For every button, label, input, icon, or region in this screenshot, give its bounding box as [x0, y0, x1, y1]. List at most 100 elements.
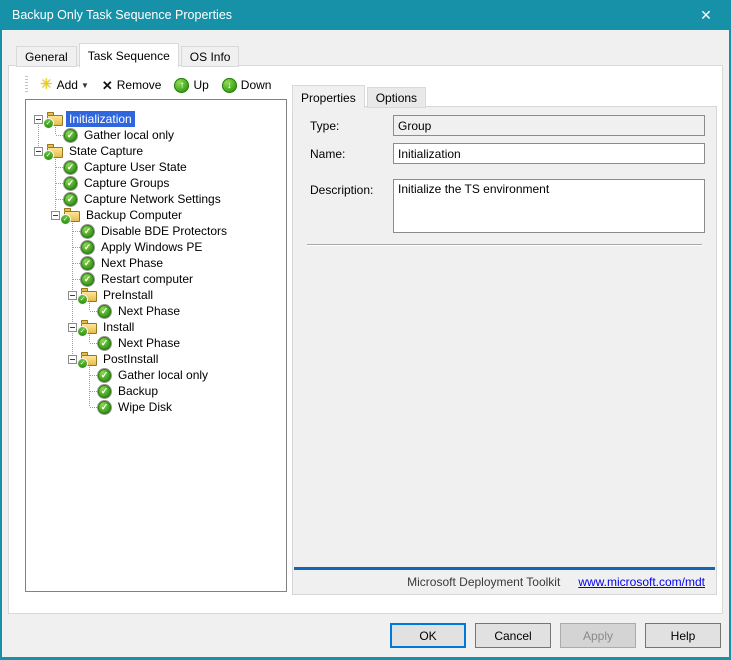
tree-item-label[interactable]: PostInstall [100, 351, 161, 367]
collapse-toggle[interactable] [68, 291, 77, 300]
tree-guide [47, 399, 64, 415]
tree-item-label[interactable]: Backup Computer [83, 207, 185, 223]
tree-item: ✓State Capture [30, 143, 284, 159]
tree-item-label[interactable]: Next Phase [115, 303, 183, 319]
tree-item-label[interactable]: Disable BDE Protectors [98, 223, 230, 239]
tree-item-label[interactable]: Backup [115, 383, 161, 399]
panel-tab-options[interactable]: Options [367, 87, 426, 108]
name-label: Name: [310, 147, 345, 161]
tree-item-label[interactable]: Gather local only [81, 127, 177, 143]
tree-guide [64, 303, 81, 319]
collapse-toggle[interactable] [68, 355, 77, 364]
tree-item: ✓PostInstall [30, 351, 284, 367]
tree-item-label[interactable]: Apply Windows PE [98, 239, 205, 255]
tree-item: ✓PreInstall [30, 287, 284, 303]
tree-guide [64, 383, 81, 399]
tree-item-label[interactable]: Wipe Disk [115, 399, 175, 415]
panel-tab-strip: PropertiesOptions [292, 84, 428, 108]
tree-guide [64, 335, 81, 351]
tree-item: ✓Backup Computer [30, 207, 284, 223]
tree-connector [81, 383, 98, 399]
ok-button[interactable]: OK [390, 623, 466, 648]
tree-item-label[interactable]: Gather local only [115, 367, 211, 383]
group-folder-icon: ✓ [47, 115, 63, 126]
tree-connector [47, 191, 64, 207]
tree-item: ✓ Disable BDE Protectors [30, 223, 284, 239]
tab-general[interactable]: General [16, 46, 77, 67]
down-icon: ↓ [222, 78, 237, 93]
step-check-icon: ✓ [81, 241, 94, 254]
collapse-toggle[interactable] [51, 211, 60, 220]
tree-guide [30, 271, 47, 287]
tree-item: ✓Capture Network Settings [30, 191, 284, 207]
tree-item: ✓ Next Phase [30, 303, 284, 319]
group-folder-icon: ✓ [81, 291, 97, 302]
remove-button[interactable]: ✕ Remove [99, 76, 165, 94]
tree-item-label[interactable]: Restart computer [98, 271, 196, 287]
collapse-toggle[interactable] [34, 115, 43, 124]
tree-item: ✓Capture Groups [30, 175, 284, 191]
description-label: Description: [310, 183, 373, 197]
remove-label: Remove [117, 78, 162, 92]
tree-guide [30, 127, 47, 143]
cancel-button[interactable]: Cancel [475, 623, 551, 648]
tree-item-label[interactable]: Capture User State [81, 159, 190, 175]
close-icon: ✕ [700, 7, 712, 24]
tree-guide [47, 351, 64, 367]
tree-item-label[interactable]: Capture Network Settings [81, 191, 224, 207]
tree-item: ✓Install [30, 319, 284, 335]
tree-guide [30, 223, 47, 239]
close-button[interactable]: ✕ [683, 0, 729, 30]
mdt-link[interactable]: www.microsoft.com/mdt [578, 575, 705, 589]
tree-guide [30, 207, 47, 223]
tree-guide [47, 335, 64, 351]
step-check-icon: ✓ [98, 305, 111, 318]
step-check-icon: ✓ [81, 225, 94, 238]
collapse-toggle[interactable] [34, 147, 43, 156]
tree-connector [81, 399, 98, 415]
tree-item-label[interactable]: State Capture [66, 143, 146, 159]
tree-connector [64, 239, 81, 255]
down-button[interactable]: ↓ Down [219, 76, 275, 95]
tree-item-label[interactable]: Capture Groups [81, 175, 172, 191]
tab-task-sequence[interactable]: Task Sequence [79, 43, 179, 68]
tree-item-label[interactable]: Next Phase [98, 255, 166, 271]
tree-item-label[interactable]: PreInstall [100, 287, 156, 303]
collapse-toggle[interactable] [68, 323, 77, 332]
tab-os-info[interactable]: OS Info [181, 46, 240, 67]
help-button[interactable]: Help [645, 623, 721, 648]
title-bar: Backup Only Task Sequence Properties ✕ [2, 0, 729, 30]
tree-item-label[interactable]: Next Phase [115, 335, 183, 351]
tree-guide [47, 271, 64, 287]
task-sequence-tab-page: ✳ Add ▼ ✕ Remove ↑ Up ↓ Down ✓Initializa… [8, 65, 723, 614]
tree-connector [47, 175, 64, 191]
tree-guide [64, 399, 81, 415]
tree-item-label[interactable]: Initialization [66, 111, 135, 127]
description-field[interactable]: Initialize the TS environment [393, 179, 705, 233]
toolbar-grip[interactable] [25, 76, 28, 94]
tree-item: ✓ Backup [30, 383, 284, 399]
up-button[interactable]: ↑ Up [171, 76, 211, 95]
remove-icon: ✕ [102, 79, 113, 92]
brand-text: Microsoft Deployment Toolkit [407, 575, 560, 589]
apply-button[interactable]: Apply [560, 623, 636, 648]
panel-tab-properties[interactable]: Properties [292, 85, 365, 109]
name-field[interactable] [393, 143, 705, 164]
tree-connector [47, 159, 64, 175]
properties-panel: Type: Name: Description: Initialize the … [292, 106, 717, 595]
tree-connector [81, 367, 98, 383]
step-check-icon: ✓ [98, 385, 111, 398]
up-icon: ↑ [174, 78, 189, 93]
step-check-icon: ✓ [64, 129, 77, 142]
tree-item: ✓Wipe Disk [30, 399, 284, 415]
tree-guide [30, 303, 47, 319]
type-field[interactable] [393, 115, 705, 136]
step-check-icon: ✓ [81, 257, 94, 270]
group-folder-icon: ✓ [64, 211, 80, 222]
tree-guide [64, 367, 81, 383]
dropdown-caret-icon: ▼ [81, 81, 89, 90]
tree-item-label[interactable]: Install [100, 319, 137, 335]
add-button[interactable]: ✳ Add ▼ [37, 76, 92, 94]
tree-guide [30, 239, 47, 255]
tree-item: ✓ Gather local only [30, 127, 284, 143]
